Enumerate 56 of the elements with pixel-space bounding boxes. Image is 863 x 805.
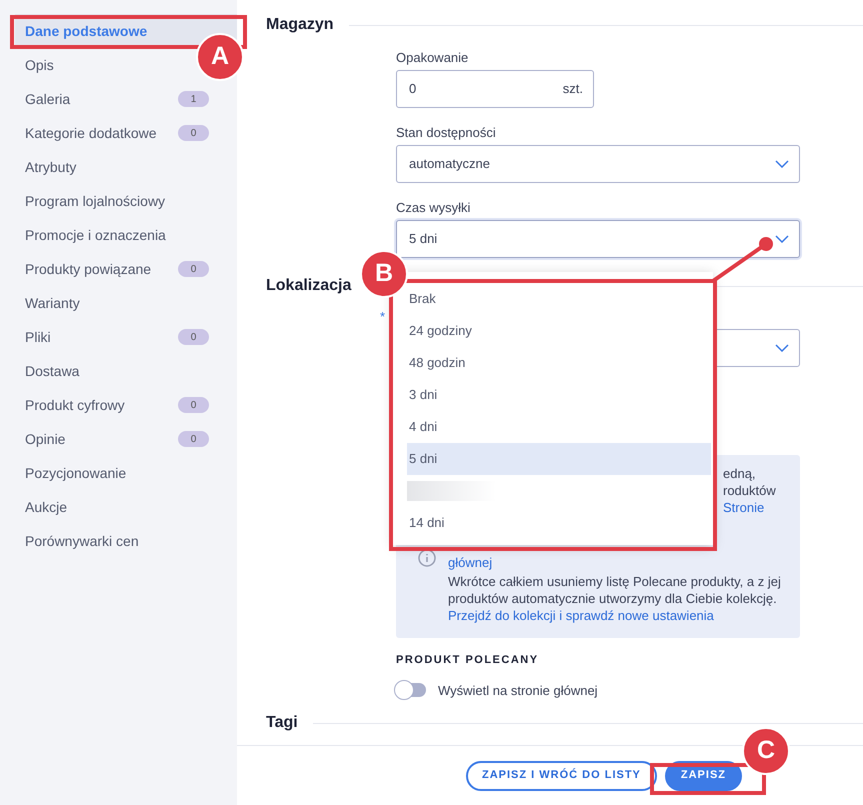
number-field[interactable]: 0 szt. <box>396 70 594 108</box>
select-field[interactable]: automatyczne <box>396 145 800 183</box>
section-heading: Magazyn <box>266 15 334 35</box>
field-label: Opakowanie <box>396 49 470 66</box>
count-pill: 0 <box>178 329 209 345</box>
count-pill: 0 <box>178 431 209 447</box>
sidebar-item[interactable]: Warianty <box>15 286 84 320</box>
count-pill: 0 <box>178 261 209 277</box>
sidebar-item[interactable]: Pliki 0 <box>15 320 237 354</box>
dropdown-option[interactable]: 5 dni <box>407 443 711 475</box>
select-field[interactable]: 5 dni <box>396 220 800 258</box>
sidebar-item[interactable]: Opis <box>15 48 58 82</box>
count-pill: 0 <box>178 125 209 141</box>
dropdown-option[interactable]: 3 dni <box>407 379 711 411</box>
sidebar-item[interactable]: Dostawa <box>15 354 84 388</box>
sidebar-item[interactable]: Galeria 1 <box>15 82 237 116</box>
dropdown-option[interactable]: 14 dni <box>407 507 711 539</box>
notice-text: Wkrótce całkiem usuniemy listę Polecane produkty, a z jej produktów automatycznie utworzymy dla Ciebie kolekcję. Przejdź do kolekcji i sprawdź nowe ustawienia <box>448 573 782 624</box>
sidebar-item[interactable]: Porównywarki cen <box>15 524 143 558</box>
link-text[interactable]: głównej <box>448 554 492 571</box>
text-fragment: roduktów <box>723 482 776 499</box>
sidebar-item[interactable]: Produkty powiązane 0 <box>15 252 237 286</box>
sidebar-item[interactable]: Program lojalnościowy <box>15 184 170 218</box>
field-label: Czas wysyłki <box>396 199 472 216</box>
sidebar-item[interactable]: Aukcje <box>15 490 72 524</box>
dropdown-option[interactable]: 24 godziny <box>407 315 711 347</box>
subsection-heading: PRODUKT POLECANY <box>396 653 540 668</box>
sidebar-item[interactable]: Kategorie dodatkowe 0 <box>15 116 237 150</box>
notice-link[interactable]: Przejdź do kolekcji i sprawdź nowe ustawienia <box>448 608 714 623</box>
sidebar-item[interactable]: Promocje i oznaczenia <box>15 218 170 252</box>
count-pill: 1 <box>178 91 209 107</box>
annotation-badge: B <box>360 250 408 298</box>
dropdown-option[interactable]: 48 godzin <box>407 347 711 379</box>
section-heading: Lokalizacja <box>266 276 352 296</box>
info-icon <box>418 549 436 567</box>
chevron-down-icon <box>775 160 789 168</box>
annotation-badge: C <box>742 727 790 775</box>
save-and-return-button[interactable]: ZAPISZ I WRÓĆ DO LISTY <box>466 760 657 790</box>
dropdown-option[interactable]: Brak <box>407 283 711 315</box>
count-pill: 0 <box>178 397 209 413</box>
toggle-label: Wyświetl na stronie głównej <box>438 682 598 700</box>
toggle-switch[interactable] <box>396 683 426 698</box>
sidebar-item[interactable]: Opinie 0 <box>15 422 237 456</box>
required-mark: * <box>380 308 386 325</box>
leader-line <box>712 237 773 283</box>
chevron-down-icon <box>775 235 789 243</box>
field-label: Stan dostępności <box>396 124 497 141</box>
sidebar-item[interactable]: Atrybuty <box>15 150 80 184</box>
text-fragment: edną, <box>723 465 756 482</box>
link-text[interactable]: Stronie <box>723 499 764 516</box>
chevron-down-icon <box>775 344 789 352</box>
section-heading: Tagi <box>266 713 298 733</box>
sidebar-item[interactable]: Pozycjonowanie <box>15 456 130 490</box>
sidebar-item[interactable]: Produkt cyfrowy 0 <box>15 388 237 422</box>
unit-label: szt. <box>562 80 583 98</box>
dropdown-option[interactable]: 4 dni <box>407 411 711 443</box>
